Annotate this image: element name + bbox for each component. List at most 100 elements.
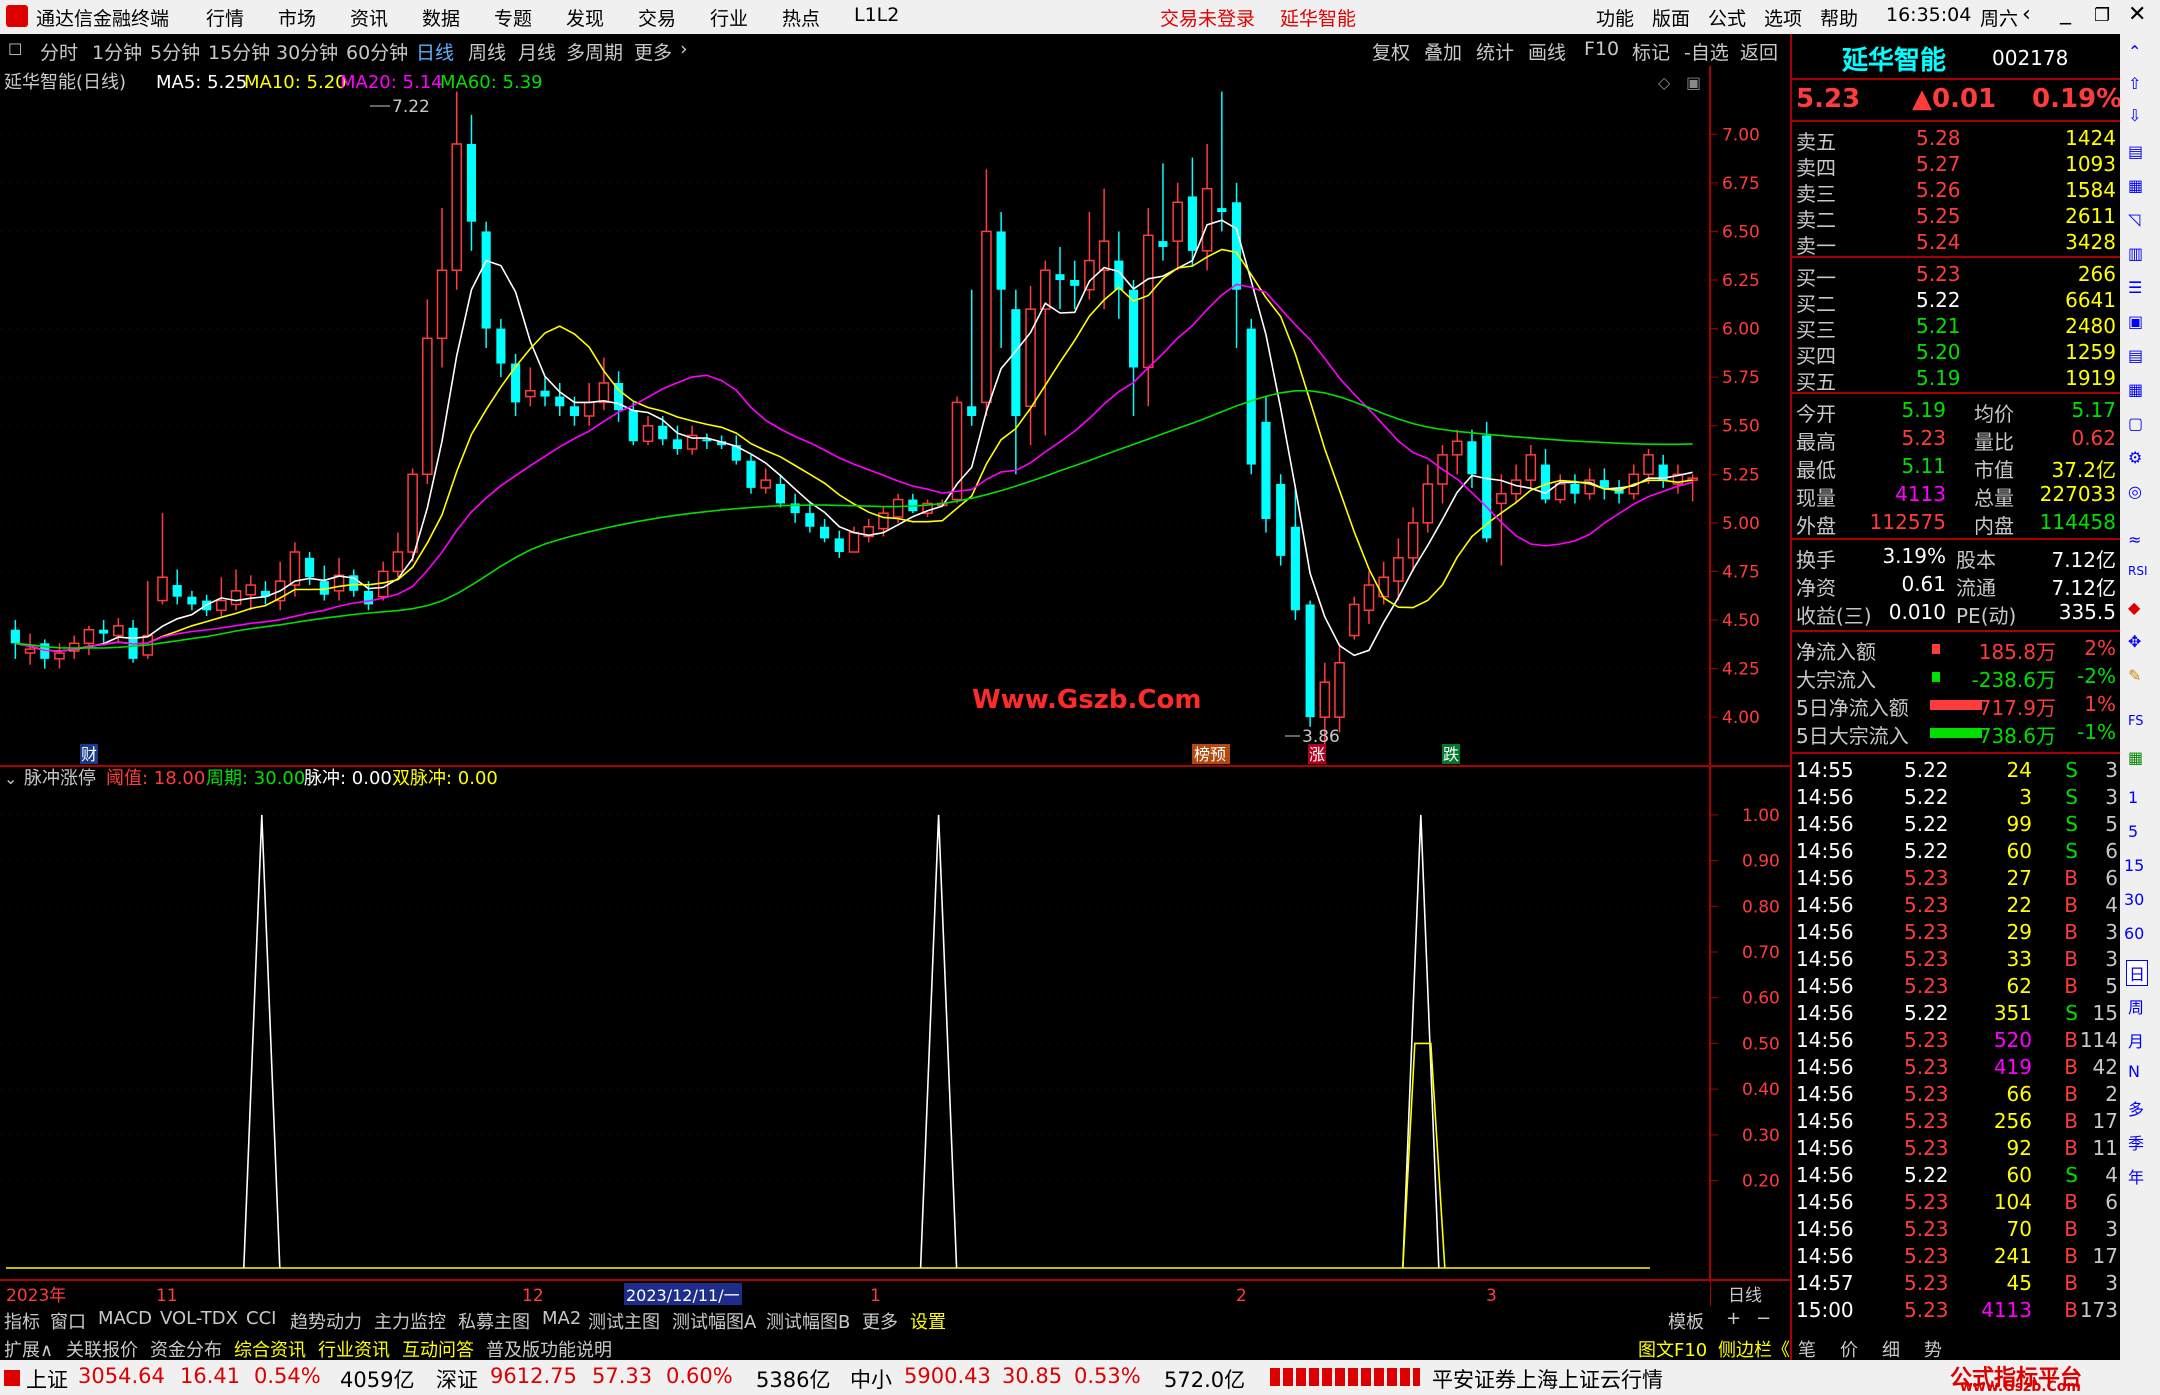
back-icon[interactable]: ‹: [2022, 2, 2031, 27]
tool-biaoji[interactable]: 标记: [1632, 38, 1670, 65]
tool-tongji[interactable]: 统计: [1476, 38, 1514, 65]
menu-item-gongneng[interactable]: 功能: [1596, 4, 1634, 31]
tab-qushi[interactable]: 趋势动力: [290, 1308, 362, 1334]
menu-item-faxian[interactable]: 发现: [566, 4, 604, 31]
tool-fanhui[interactable]: 返回: [1740, 38, 1778, 65]
marker-cai[interactable]: 财: [81, 745, 97, 764]
tab-ceshi-zhutu[interactable]: 测试主图: [588, 1308, 660, 1334]
tab-chuangkou[interactable]: 窗口: [50, 1308, 86, 1334]
tab-macd[interactable]: MACD: [98, 1308, 152, 1329]
menu-item-xuanxiang[interactable]: 选项: [1764, 4, 1802, 31]
f10-icon[interactable]: ▣: [2128, 312, 2143, 331]
period-1min[interactable]: 1分钟: [92, 38, 142, 65]
side-num-1[interactable]: 1: [2128, 788, 2138, 807]
zx-label[interactable]: 中小: [850, 1364, 892, 1394]
tab-guanlian[interactable]: 关联报价: [66, 1336, 138, 1362]
side-day[interactable]: 日: [2126, 960, 2149, 986]
indicator-icon[interactable]: ⌄: [4, 769, 17, 788]
tab-zijin[interactable]: 资金分布: [150, 1336, 222, 1362]
tab-simu[interactable]: 私募主图: [458, 1308, 530, 1334]
side-multi[interactable]: 多: [2128, 1096, 2144, 1120]
line-chart-icon[interactable]: ◹: [2128, 210, 2140, 229]
tool-diejia[interactable]: 叠加: [1424, 38, 1462, 65]
tab-ma2[interactable]: MA2: [542, 1308, 581, 1329]
minimize-icon[interactable]: _: [2060, 0, 2071, 25]
template-button[interactable]: 模板: [1668, 1308, 1704, 1334]
menu-item-bangzhu[interactable]: 帮助: [1820, 4, 1858, 31]
panel-icon[interactable]: ▣: [1686, 73, 1701, 92]
candle-icon[interactable]: ▥: [2128, 244, 2143, 263]
close-icon[interactable]: ✕: [2128, 2, 2146, 27]
tool-fuquan[interactable]: 复权: [1372, 38, 1410, 65]
tab-hudong[interactable]: 互动问答: [402, 1336, 474, 1362]
period-more[interactable]: 更多: [634, 38, 672, 65]
chart-canvas[interactable]: 7.00 6.75 6.50 6.25 6.00 5.75 5.50 5.25 5.00 4.75…: [0, 66, 1790, 1306]
menu-item-gongshi[interactable]: 公式: [1708, 4, 1746, 31]
doc-icon[interactable]: ▤: [2128, 142, 2143, 161]
period-monthly[interactable]: 月线: [518, 38, 556, 65]
tool-zixuan[interactable]: -自选: [1684, 38, 1729, 65]
settings-icon[interactable]: ⚙: [2128, 448, 2142, 467]
tab-f10-graph[interactable]: 图文F10: [1638, 1336, 1707, 1362]
arrow-up-icon[interactable]: ⇧: [2128, 74, 2141, 93]
marker-die[interactable]: 跌: [1443, 745, 1459, 764]
remove-button[interactable]: −: [1756, 1308, 1771, 1329]
fs-icon[interactable]: FS: [2128, 714, 2144, 729]
menu-item-hangqing[interactable]: 行情: [206, 4, 244, 31]
login-status[interactable]: 交易未登录: [1160, 4, 1255, 31]
tab-gengduo[interactable]: 更多: [862, 1308, 898, 1334]
period-daily[interactable]: 日线: [416, 38, 454, 65]
side-month[interactable]: 月: [2128, 1028, 2144, 1052]
menu-item-redian[interactable]: 热点: [782, 4, 820, 31]
marker-zhang[interactable]: 涨: [1309, 745, 1325, 764]
diamond-icon[interactable]: ◇: [1658, 73, 1671, 92]
collapse-up-icon[interactable]: ⌃: [2128, 42, 2141, 61]
menu-item-shuju[interactable]: 数据: [422, 4, 460, 31]
period-multi[interactable]: 多周期: [566, 38, 623, 65]
side-num-60[interactable]: 60: [2124, 924, 2144, 943]
menu-item-jiaoyi[interactable]: 交易: [638, 4, 676, 31]
period-15min[interactable]: 15分钟: [208, 38, 270, 65]
list-icon[interactable]: ☰: [2128, 278, 2142, 297]
side-year[interactable]: 年: [2128, 1164, 2144, 1188]
side-num-15[interactable]: 15: [2124, 856, 2144, 875]
tab-kuozhan[interactable]: 扩展∧: [4, 1336, 53, 1362]
menu-item-hangye[interactable]: 行业: [710, 4, 748, 31]
side-week[interactable]: 周: [2128, 994, 2144, 1018]
period-weekly[interactable]: 周线: [468, 38, 506, 65]
table-icon[interactable]: ▦: [2128, 380, 2143, 399]
tab-shezhi[interactable]: 设置: [910, 1308, 946, 1334]
grid-icon[interactable]: ▦: [2128, 176, 2143, 195]
f2-icon[interactable]: ▢: [2128, 414, 2143, 433]
tab-puji[interactable]: 普及版功能说明: [486, 1336, 612, 1362]
tool-huaxian[interactable]: 画线: [1528, 38, 1566, 65]
period-5min[interactable]: 5分钟: [150, 38, 200, 65]
menu-item-banmian[interactable]: 版面: [1652, 4, 1690, 31]
tab-hangye-zixun[interactable]: 行业资讯: [318, 1336, 390, 1362]
shield-icon[interactable]: ◆: [2128, 598, 2140, 617]
menu-item-shichang[interactable]: 市场: [278, 4, 316, 31]
tab-zonghe-zixun[interactable]: 综合资讯: [234, 1336, 306, 1362]
news-icon[interactable]: ▤: [2128, 346, 2143, 365]
menu-item-l1l2[interactable]: L1L2: [854, 4, 899, 26]
period-60min[interactable]: 60分钟: [346, 38, 408, 65]
table-green-icon[interactable]: ▦: [2128, 748, 2143, 767]
tool-f10[interactable]: F10: [1584, 38, 1619, 60]
tab-ceshi-futu-a[interactable]: 测试幅图A: [672, 1308, 756, 1334]
chevron-right-icon[interactable]: ›: [680, 38, 688, 60]
tab-vol-tdx[interactable]: VOL-TDX: [160, 1308, 238, 1329]
add-button[interactable]: +: [1726, 1308, 1741, 1329]
tab-zhuli[interactable]: 主力监控: [374, 1308, 446, 1334]
restore-icon[interactable]: ❐: [2094, 5, 2110, 26]
side-quarter[interactable]: 季: [2128, 1130, 2144, 1154]
gauge-icon[interactable]: ◎: [2128, 482, 2142, 501]
wave-icon[interactable]: ≈: [2128, 530, 2141, 549]
tab-ceshi-futu-b[interactable]: 测试幅图B: [766, 1308, 850, 1334]
sz-label[interactable]: 深证: [436, 1364, 478, 1394]
period-30min[interactable]: 30分钟: [276, 38, 338, 65]
arrow-down-icon[interactable]: ⇩: [2128, 106, 2141, 125]
tab-zhibiao[interactable]: 指标: [4, 1308, 40, 1334]
side-n[interactable]: N: [2128, 1062, 2140, 1081]
tab-cci[interactable]: CCI: [246, 1308, 276, 1329]
menu-item-zhuanti[interactable]: 专题: [494, 4, 532, 31]
